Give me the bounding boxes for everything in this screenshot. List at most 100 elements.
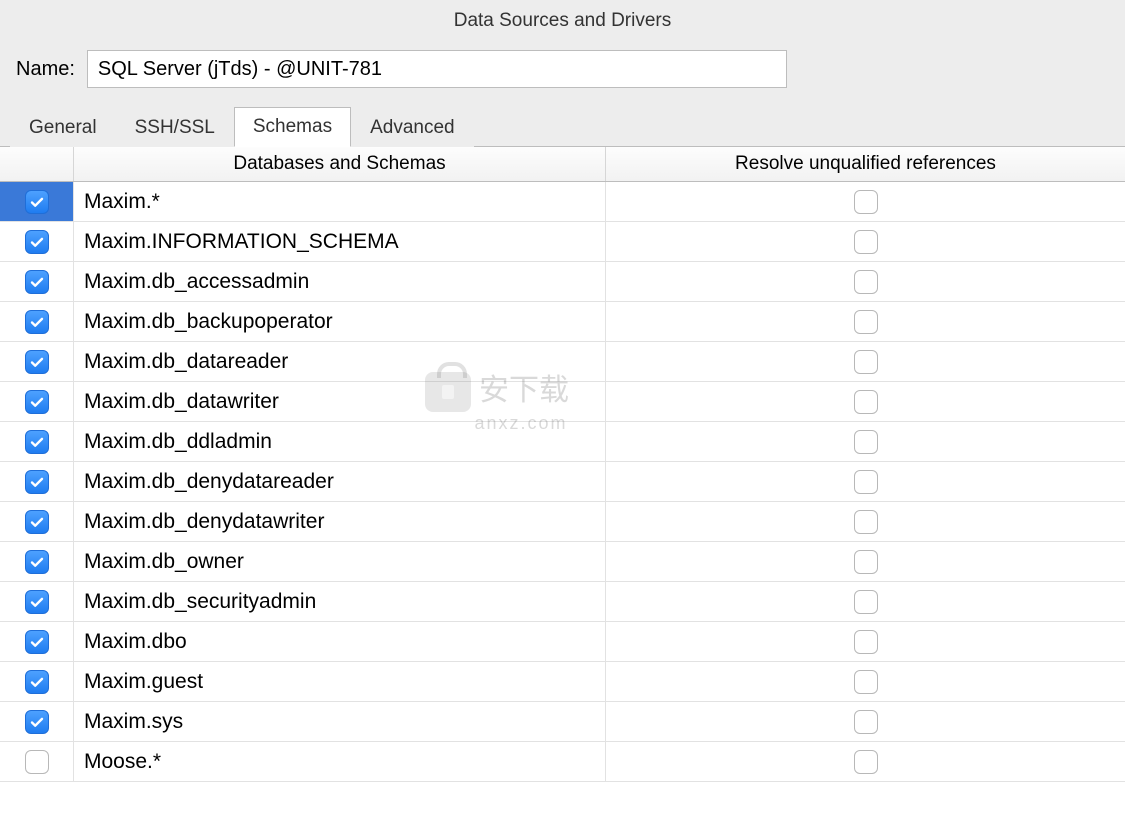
schema-checkbox-cell bbox=[0, 742, 74, 781]
schema-checkbox[interactable] bbox=[25, 550, 49, 574]
tab-ssh-ssl[interactable]: SSH/SSL bbox=[116, 108, 234, 147]
table-row[interactable]: Maxim.dbo bbox=[0, 622, 1125, 662]
resolve-checkbox-cell bbox=[606, 582, 1125, 621]
table-header: Databases and Schemas Resolve unqualifie… bbox=[0, 147, 1125, 182]
table-row[interactable]: Maxim.db_denydatareader bbox=[0, 462, 1125, 502]
schema-checkbox[interactable] bbox=[25, 510, 49, 534]
schema-name-cell: Maxim.db_securityadmin bbox=[74, 582, 606, 621]
schema-checkbox[interactable] bbox=[25, 750, 49, 774]
schema-name-cell: Maxim.db_denydatareader bbox=[74, 462, 606, 501]
data-sources-dialog: Data Sources and Drivers Name: GeneralSS… bbox=[0, 0, 1125, 823]
schema-checkbox-cell bbox=[0, 422, 74, 461]
table-row[interactable]: Maxim.INFORMATION_SCHEMA bbox=[0, 222, 1125, 262]
resolve-checkbox-cell bbox=[606, 382, 1125, 421]
resolve-checkbox-cell bbox=[606, 622, 1125, 661]
schema-checkbox-cell bbox=[0, 502, 74, 541]
table-row[interactable]: Maxim.db_denydatawriter bbox=[0, 502, 1125, 542]
table-row[interactable]: Maxim.sys bbox=[0, 702, 1125, 742]
schema-checkbox[interactable] bbox=[25, 470, 49, 494]
schema-checkbox-cell bbox=[0, 182, 74, 221]
resolve-checkbox-cell bbox=[606, 302, 1125, 341]
schema-checkbox-cell bbox=[0, 342, 74, 381]
schema-checkbox[interactable] bbox=[25, 190, 49, 214]
table-row[interactable]: Maxim.guest bbox=[0, 662, 1125, 702]
resolve-checkbox[interactable] bbox=[854, 470, 878, 494]
resolve-checkbox-cell bbox=[606, 742, 1125, 781]
table-row[interactable]: Maxim.* bbox=[0, 182, 1125, 222]
resolve-checkbox-cell bbox=[606, 542, 1125, 581]
schema-name-cell: Maxim.sys bbox=[74, 702, 606, 741]
resolve-checkbox-cell bbox=[606, 702, 1125, 741]
schema-name-cell: Maxim.db_datareader bbox=[74, 342, 606, 381]
schema-checkbox[interactable] bbox=[25, 710, 49, 734]
schema-checkbox[interactable] bbox=[25, 430, 49, 454]
schema-name-cell: Maxim.dbo bbox=[74, 622, 606, 661]
table-row[interactable]: Maxim.db_accessadmin bbox=[0, 262, 1125, 302]
schema-name-cell: Maxim.* bbox=[74, 182, 606, 221]
schema-checkbox[interactable] bbox=[25, 390, 49, 414]
schema-checkbox-cell bbox=[0, 542, 74, 581]
tabs-bar: GeneralSSH/SSLSchemasAdvanced bbox=[0, 106, 1125, 147]
schema-checkbox[interactable] bbox=[25, 630, 49, 654]
resolve-checkbox[interactable] bbox=[854, 550, 878, 574]
resolve-checkbox[interactable] bbox=[854, 430, 878, 454]
resolve-checkbox-cell bbox=[606, 262, 1125, 301]
schema-checkbox[interactable] bbox=[25, 590, 49, 614]
schemas-table: Databases and Schemas Resolve unqualifie… bbox=[0, 147, 1125, 823]
resolve-checkbox-cell bbox=[606, 222, 1125, 261]
schema-name-cell: Maxim.db_owner bbox=[74, 542, 606, 581]
schema-name-cell: Maxim.db_backupoperator bbox=[74, 302, 606, 341]
schema-checkbox[interactable] bbox=[25, 270, 49, 294]
tab-advanced[interactable]: Advanced bbox=[351, 108, 474, 147]
schema-checkbox[interactable] bbox=[25, 670, 49, 694]
resolve-checkbox[interactable] bbox=[854, 230, 878, 254]
resolve-checkbox[interactable] bbox=[854, 670, 878, 694]
resolve-checkbox[interactable] bbox=[854, 590, 878, 614]
resolve-checkbox[interactable] bbox=[854, 710, 878, 734]
table-row[interactable]: Maxim.db_datareader bbox=[0, 342, 1125, 382]
resolve-checkbox[interactable] bbox=[854, 510, 878, 534]
resolve-checkbox[interactable] bbox=[854, 390, 878, 414]
schema-name-cell: Maxim.db_accessadmin bbox=[74, 262, 606, 301]
dialog-title: Data Sources and Drivers bbox=[0, 0, 1125, 40]
name-input[interactable] bbox=[87, 50, 787, 88]
schema-name-cell: Maxim.db_datawriter bbox=[74, 382, 606, 421]
header-checkbox-col bbox=[0, 147, 74, 181]
schema-checkbox-cell bbox=[0, 582, 74, 621]
resolve-checkbox[interactable] bbox=[854, 190, 878, 214]
schema-checkbox[interactable] bbox=[25, 350, 49, 374]
resolve-checkbox-cell bbox=[606, 182, 1125, 221]
resolve-checkbox[interactable] bbox=[854, 270, 878, 294]
schema-checkbox-cell bbox=[0, 262, 74, 301]
header-resolve: Resolve unqualified references bbox=[606, 147, 1125, 181]
schema-checkbox-cell bbox=[0, 462, 74, 501]
schema-name-cell: Maxim.db_denydatawriter bbox=[74, 502, 606, 541]
schema-checkbox-cell bbox=[0, 382, 74, 421]
resolve-checkbox-cell bbox=[606, 502, 1125, 541]
resolve-checkbox[interactable] bbox=[854, 350, 878, 374]
table-row[interactable]: Maxim.db_backupoperator bbox=[0, 302, 1125, 342]
resolve-checkbox[interactable] bbox=[854, 630, 878, 654]
schema-checkbox-cell bbox=[0, 702, 74, 741]
schema-name-cell: Maxim.INFORMATION_SCHEMA bbox=[74, 222, 606, 261]
table-row[interactable]: Moose.* bbox=[0, 742, 1125, 782]
resolve-checkbox-cell bbox=[606, 342, 1125, 381]
table-row[interactable]: Maxim.db_datawriter bbox=[0, 382, 1125, 422]
schema-checkbox[interactable] bbox=[25, 230, 49, 254]
schema-checkbox-cell bbox=[0, 662, 74, 701]
tab-schemas[interactable]: Schemas bbox=[234, 107, 351, 147]
schema-name-cell: Maxim.guest bbox=[74, 662, 606, 701]
schema-checkbox[interactable] bbox=[25, 310, 49, 334]
schema-checkbox-cell bbox=[0, 222, 74, 261]
schema-name-cell: Moose.* bbox=[74, 742, 606, 781]
schema-checkbox-cell bbox=[0, 302, 74, 341]
resolve-checkbox-cell bbox=[606, 422, 1125, 461]
table-row[interactable]: Maxim.db_ddladmin bbox=[0, 422, 1125, 462]
tab-general[interactable]: General bbox=[10, 108, 116, 147]
resolve-checkbox[interactable] bbox=[854, 750, 878, 774]
schema-name-cell: Maxim.db_ddladmin bbox=[74, 422, 606, 461]
table-row[interactable]: Maxim.db_securityadmin bbox=[0, 582, 1125, 622]
resolve-checkbox-cell bbox=[606, 462, 1125, 501]
resolve-checkbox[interactable] bbox=[854, 310, 878, 334]
table-row[interactable]: Maxim.db_owner bbox=[0, 542, 1125, 582]
